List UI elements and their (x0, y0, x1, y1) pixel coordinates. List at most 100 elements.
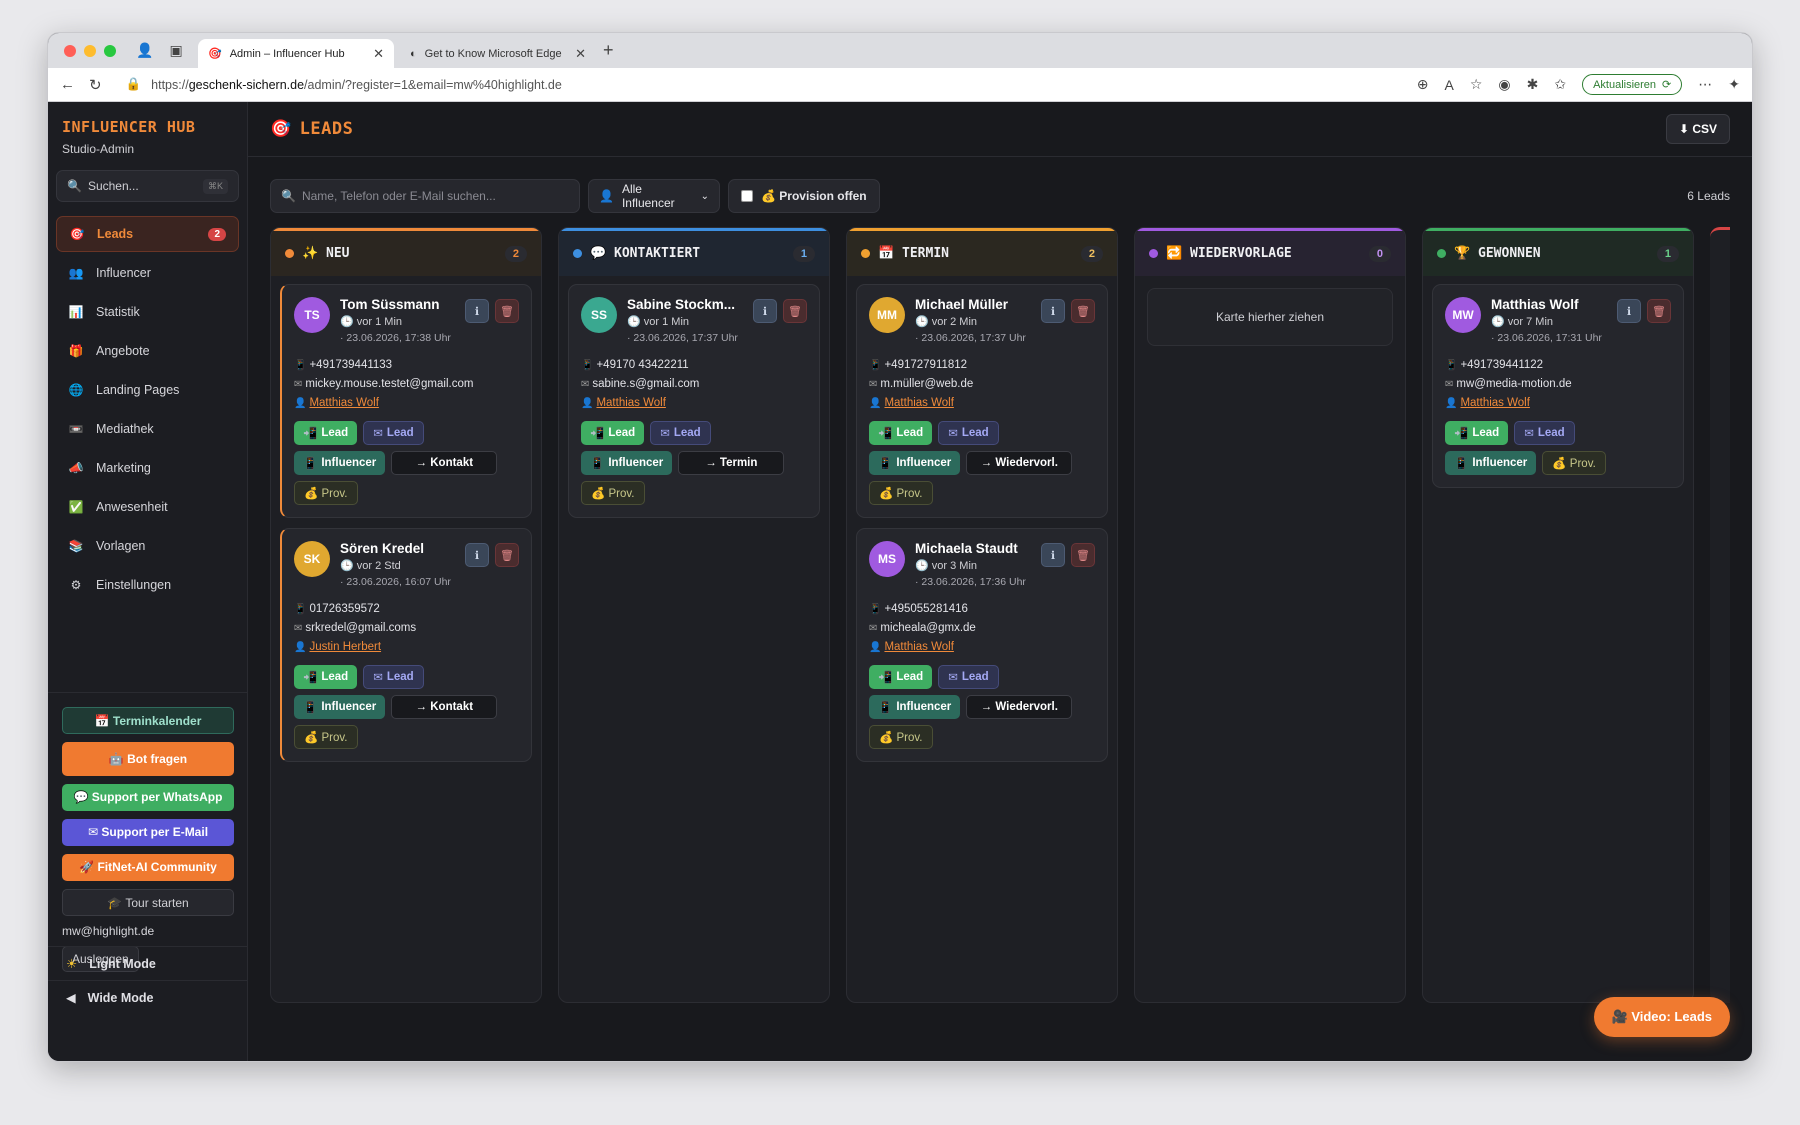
trash-icon[interactable]: 🗑 (783, 299, 807, 323)
favorites-icon[interactable]: ✩ (1554, 76, 1566, 93)
zoom-icon[interactable]: ⊕ (1417, 76, 1429, 93)
sidebar-item-marketing[interactable]: 📣 Marketing (56, 450, 239, 486)
lead-card[interactable]: MM Michael Müller 🕒 vor 2 Min · 23.06.20… (856, 284, 1108, 518)
back-icon[interactable]: ← (60, 76, 75, 93)
whatsapp-lead-tag[interactable]: 📲 Lead (869, 421, 933, 445)
tab-edge[interactable]: ◐ Get to Know Microsoft Edge ✕ (400, 39, 596, 68)
lead-owner-link[interactable]: Matthias Wolf (1460, 397, 1529, 409)
sidebar-item-statistik[interactable]: 📊 Statistik (56, 294, 239, 330)
provision-filter[interactable]: 💰 Provision offen (728, 179, 880, 213)
move-wiedervorlage-button[interactable]: → Wiedervorl. (966, 451, 1073, 475)
provision-tag[interactable]: 💰 Prov. (1542, 451, 1606, 475)
drop-zone[interactable]: Karte hierher ziehen (1147, 288, 1393, 346)
whatsapp-lead-tag[interactable]: 📲 Lead (581, 421, 645, 445)
lead-card[interactable]: SK Sören Kredel 🕒 vor 2 Std · 23.06.2026… (280, 528, 532, 762)
edit-icon[interactable]: ℹ (1041, 543, 1065, 567)
whatsapp-lead-tag[interactable]: 📲 Lead (294, 421, 358, 445)
lead-card[interactable]: SS Sabine Stockm... 🕒 vor 1 Min · 23.06.… (568, 284, 820, 518)
lead-card[interactable]: TS Tom Süssmann 🕒 vor 1 Min · 23.06.2026… (280, 284, 532, 518)
tour-button[interactable]: 🎓 Tour starten (62, 889, 234, 916)
provision-tag[interactable]: 💰 Prov. (581, 481, 645, 505)
lead-owner-link[interactable]: Justin Herbert (309, 641, 381, 653)
move-contact-button[interactable]: → Kontakt (391, 451, 498, 475)
whatsapp-lead-tag[interactable]: 📲 Lead (1445, 421, 1509, 445)
lead-owner-link[interactable]: Matthias Wolf (884, 641, 953, 653)
new-tab-icon[interactable]: + (603, 40, 614, 61)
calendar-button[interactable]: 📅 Terminkalender (62, 707, 234, 734)
community-button[interactable]: 🚀 FitNet-AI Community (62, 854, 234, 881)
url-field[interactable]: 🔒 https://geschenk-sichern.de/admin/?reg… (116, 72, 1403, 98)
wide-mode-toggle[interactable]: ◀ Wide Mode (48, 980, 247, 1014)
move-termin-button[interactable]: → Termin (678, 451, 785, 475)
provision-tag[interactable]: 💰 Prov. (294, 725, 358, 749)
edit-icon[interactable]: ℹ (1041, 299, 1065, 323)
sidebar-search[interactable]: 🔍 Suchen... ⌘K (56, 170, 239, 202)
more-icon[interactable]: ⋯ (1698, 76, 1712, 93)
bot-button[interactable]: 🤖 Bot fragen (62, 742, 234, 776)
lead-card[interactable]: MS Michaela Staudt 🕒 vor 3 Min · 23.06.2… (856, 528, 1108, 762)
minimize-window-button[interactable] (84, 45, 96, 57)
update-button[interactable]: Aktualisieren ⟳ (1582, 74, 1683, 95)
light-mode-toggle[interactable]: ☀ Light Mode (48, 946, 247, 980)
profile-icon[interactable]: 👤 (136, 42, 153, 59)
sidebar-item-einstellungen[interactable]: ⚙ Einstellungen (56, 567, 239, 603)
provision-tag[interactable]: 💰 Prov. (869, 725, 933, 749)
influencer-tag[interactable]: 📱 Influencer (581, 451, 673, 475)
trash-icon[interactable]: 🗑 (1647, 299, 1671, 323)
sidebar-item-anwesenheit[interactable]: ✅ Anwesenheit (56, 489, 239, 525)
zoom-window-button[interactable] (104, 45, 116, 57)
provision-checkbox[interactable] (741, 190, 753, 202)
video-leads-button[interactable]: 🎥 Video: Leads (1593, 997, 1730, 1037)
email-lead-tag[interactable]: ✉ Lead (1514, 421, 1575, 445)
provision-tag[interactable]: 💰 Prov. (869, 481, 933, 505)
influencer-tag[interactable]: 📱 Influencer (869, 451, 961, 475)
lead-owner-link[interactable]: Matthias Wolf (596, 397, 665, 409)
lead-card[interactable]: MW Matthias Wolf 🕒 vor 7 Min · 23.06.202… (1432, 284, 1684, 488)
email-support-button[interactable]: ✉ Support per E-Mail (62, 819, 234, 846)
whatsapp-support-button[interactable]: 💬 Support per WhatsApp (62, 784, 234, 811)
email-lead-tag[interactable]: ✉ Lead (363, 421, 424, 445)
influencer-tag[interactable]: 📱 Influencer (294, 451, 386, 475)
influencer-tag[interactable]: 📱 Influencer (294, 695, 386, 719)
influencer-tag[interactable]: 📱 Influencer (869, 695, 961, 719)
trash-icon[interactable]: 🗑 (495, 543, 519, 567)
lead-owner-link[interactable]: Matthias Wolf (884, 397, 953, 409)
tab-close-icon[interactable]: ✕ (575, 46, 586, 62)
email-lead-tag[interactable]: ✉ Lead (938, 665, 999, 689)
influencer-tag[interactable]: 📱 Influencer (1445, 451, 1537, 475)
sidebar-item-leads[interactable]: 🎯 Leads 2 (56, 216, 239, 252)
read-aloud-icon[interactable]: A (1444, 77, 1453, 93)
sidebar-item-vorlagen[interactable]: 📚 Vorlagen (56, 528, 239, 564)
close-window-button[interactable] (64, 45, 76, 57)
trash-icon[interactable]: 🗑 (1071, 543, 1095, 567)
copilot-icon[interactable]: ✦ (1728, 76, 1740, 93)
extensions-puzzle-icon[interactable]: ✱ (1527, 76, 1539, 93)
email-lead-tag[interactable]: ✉ Lead (363, 665, 424, 689)
edit-icon[interactable]: ℹ (465, 543, 489, 567)
edit-icon[interactable]: ℹ (1617, 299, 1641, 323)
sidebar-item-angebote[interactable]: 🎁 Angebote (56, 333, 239, 369)
sidebar-item-landing-pages[interactable]: 🌐 Landing Pages (56, 372, 239, 408)
sidebar-toggle-icon[interactable]: ▣ (169, 42, 182, 59)
provision-tag[interactable]: 💰 Prov. (294, 481, 358, 505)
csv-export-button[interactable]: ⬇ CSV (1665, 114, 1730, 144)
edit-icon[interactable]: ℹ (753, 299, 777, 323)
email-lead-tag[interactable]: ✉ Lead (938, 421, 999, 445)
email-lead-tag[interactable]: ✉ Lead (650, 421, 711, 445)
trash-icon[interactable]: 🗑 (495, 299, 519, 323)
trash-icon[interactable]: 🗑 (1071, 299, 1095, 323)
tab-admin[interactable]: 🎯 Admin – Influencer Hub ✕ (198, 39, 394, 68)
move-contact-button[interactable]: → Kontakt (391, 695, 498, 719)
influencer-select[interactable]: 👤 Alle Influencer ⌄ (588, 179, 720, 213)
reload-icon[interactable]: ↻ (89, 76, 102, 94)
edit-icon[interactable]: ℹ (465, 299, 489, 323)
favorite-star-icon[interactable]: ☆ (1470, 76, 1483, 93)
sidebar-item-influencer[interactable]: 👥 Influencer (56, 255, 239, 291)
lead-owner-link[interactable]: Matthias Wolf (309, 397, 378, 409)
sidebar-item-mediathek[interactable]: 📼 Mediathek (56, 411, 239, 447)
tab-close-icon[interactable]: ✕ (373, 46, 384, 62)
lock-icon[interactable]: 🔒 (126, 77, 142, 92)
lead-search-input[interactable]: 🔍 Name, Telefon oder E-Mail suchen... (270, 179, 580, 213)
whatsapp-lead-tag[interactable]: 📲 Lead (869, 665, 933, 689)
whatsapp-lead-tag[interactable]: 📲 Lead (294, 665, 358, 689)
